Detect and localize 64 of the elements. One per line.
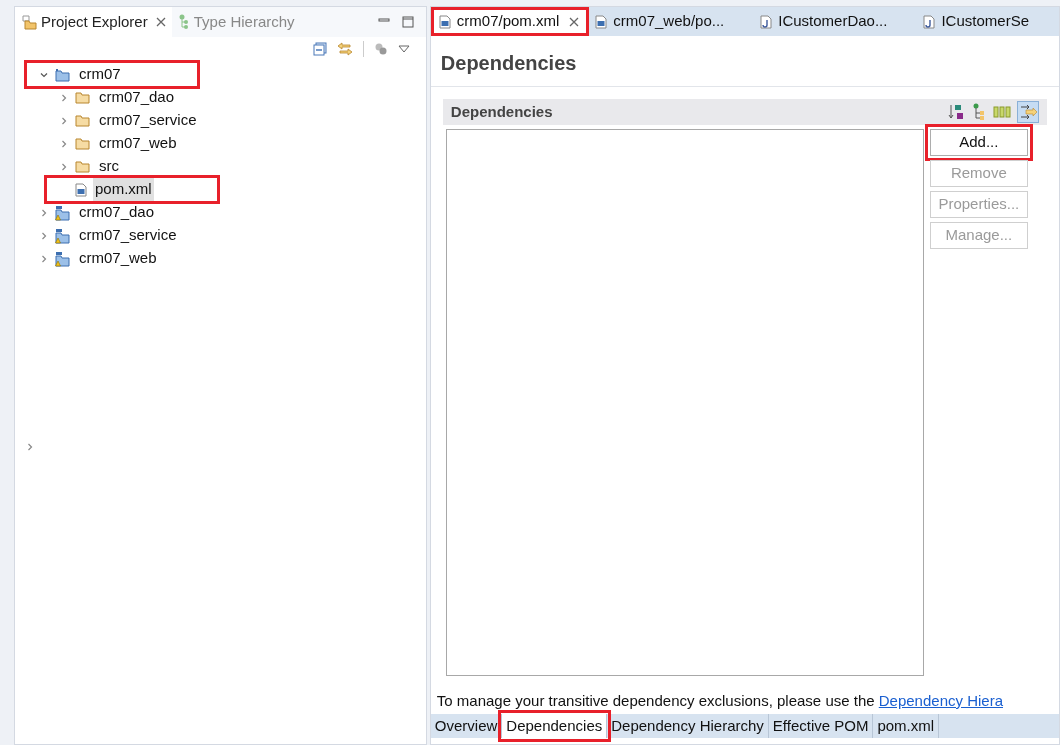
page-tab[interactable]: Dependency Hierarchy bbox=[607, 714, 769, 738]
page-title: Dependencies bbox=[430, 36, 1059, 87]
close-icon[interactable] bbox=[155, 17, 166, 27]
tree-item[interactable]: crm07_service bbox=[59, 109, 207, 132]
tree-icon[interactable] bbox=[971, 103, 987, 121]
chevron-right-icon[interactable] bbox=[39, 230, 49, 241]
tree-label: crm07_web bbox=[78, 248, 158, 269]
filter-icon[interactable] bbox=[373, 42, 388, 56]
folder-icon bbox=[55, 227, 71, 244]
folder-icon bbox=[55, 67, 71, 82]
java-file-icon bbox=[923, 14, 936, 29]
java-file-icon bbox=[760, 14, 773, 29]
tree-label: crm07_dao bbox=[78, 202, 156, 223]
view-menu-icon[interactable] bbox=[397, 44, 410, 54]
hint-text: To manage your transitive dependency exclusions, please use the bbox=[436, 692, 876, 709]
tree-item[interactable]: crm07_service bbox=[39, 224, 187, 247]
chevron-right-icon[interactable] bbox=[59, 161, 69, 172]
editor-tab[interactable]: crm07_web/po... bbox=[589, 7, 731, 36]
tree-item[interactable]: src bbox=[59, 155, 129, 178]
tree-label: pom.xml bbox=[93, 178, 154, 201]
editor-tab[interactable]: crm07/pom.xml bbox=[430, 7, 590, 36]
editor-tab[interactable]: ICustomerSe bbox=[917, 7, 1035, 36]
file-icon bbox=[438, 14, 451, 29]
file-icon bbox=[75, 182, 87, 197]
tree-item[interactable]: crm07_dao bbox=[39, 201, 165, 224]
page-tab[interactable]: Effective POM bbox=[768, 714, 874, 738]
chevron-right-icon[interactable] bbox=[25, 442, 35, 452]
tree-label: crm07_service bbox=[78, 225, 178, 246]
tree-item[interactable]: crm07 bbox=[27, 63, 197, 86]
folder-icon bbox=[75, 137, 91, 150]
close-icon[interactable] bbox=[569, 16, 580, 27]
chevron-right-icon[interactable] bbox=[59, 115, 69, 126]
chevron-right-icon[interactable] bbox=[59, 92, 69, 103]
editor-tab[interactable]: ICustomerDao... bbox=[754, 7, 894, 36]
tree-item[interactable]: crm07_web bbox=[59, 132, 187, 155]
folder-icon bbox=[55, 204, 71, 221]
tree-label: crm07_dao bbox=[98, 87, 176, 108]
tree-label: src bbox=[98, 156, 120, 177]
folder-icon bbox=[21, 14, 37, 30]
tree-item[interactable]: crm07_dao bbox=[59, 86, 185, 109]
dependency-hierarchy-link[interactable]: Dependency Hiera bbox=[878, 692, 1003, 709]
view-tab[interactable]: Project Explorer bbox=[15, 7, 172, 37]
chevron-right-icon[interactable] bbox=[39, 207, 49, 218]
link-arrows-icon[interactable] bbox=[336, 42, 353, 56]
folder-icon bbox=[75, 160, 91, 173]
section-title: Dependencies bbox=[450, 101, 554, 122]
tree-label: crm07 bbox=[78, 64, 122, 85]
tree-item[interactable]: pom.xml bbox=[47, 178, 217, 201]
chevron-right-icon[interactable] bbox=[39, 253, 49, 264]
folder-icon bbox=[55, 250, 71, 267]
tree-label: crm07_web bbox=[98, 133, 178, 154]
columns-icon[interactable] bbox=[993, 106, 1011, 118]
maximize-icon[interactable] bbox=[401, 16, 414, 28]
tree-label: crm07_service bbox=[98, 110, 198, 131]
folder-icon bbox=[75, 91, 91, 104]
folder-icon bbox=[75, 114, 91, 127]
collapse-all-icon[interactable] bbox=[312, 42, 327, 56]
file-icon bbox=[595, 14, 608, 29]
arrows-toggle-icon[interactable] bbox=[1017, 101, 1039, 123]
tree-item[interactable]: crm07_web bbox=[39, 247, 167, 270]
sort-icon[interactable] bbox=[947, 103, 965, 121]
hierarchy-icon bbox=[177, 14, 190, 30]
page-tab[interactable]: pom.xml bbox=[873, 714, 940, 738]
chevron-right-icon[interactable] bbox=[59, 138, 69, 149]
